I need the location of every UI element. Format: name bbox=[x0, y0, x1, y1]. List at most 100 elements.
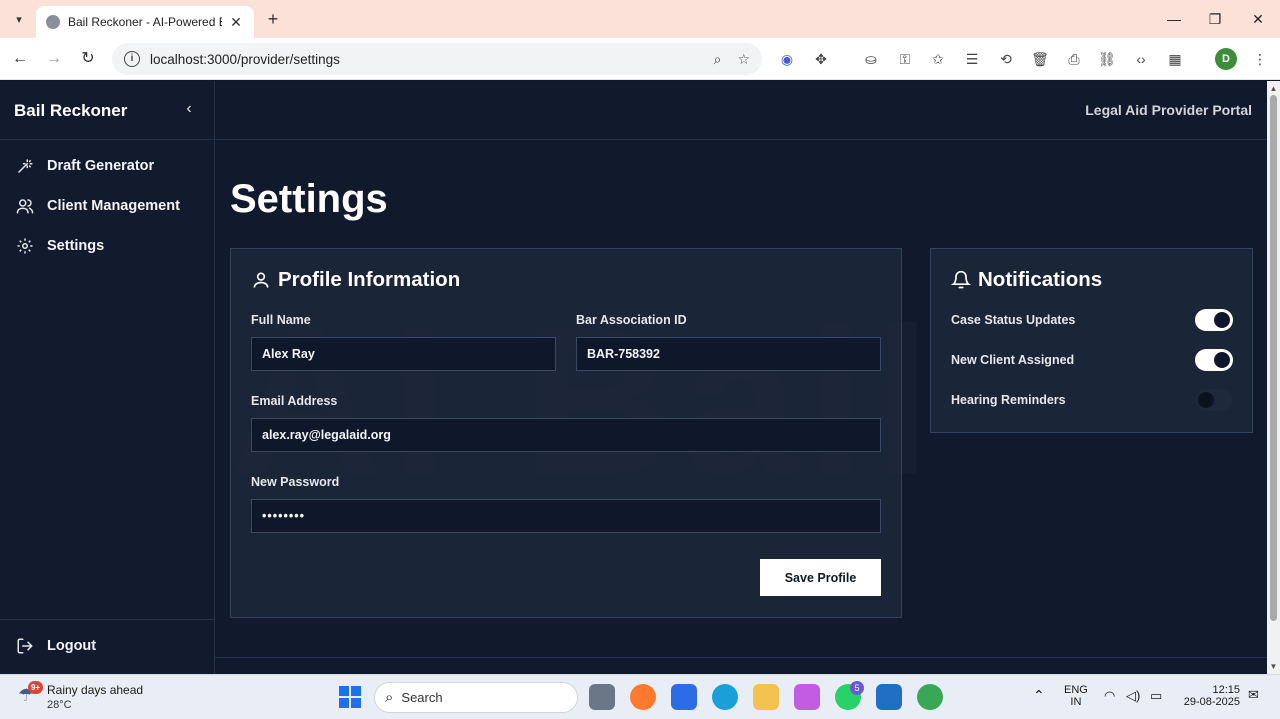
sidepanel-icon[interactable]: ▦ bbox=[1165, 49, 1185, 69]
vscode-icon[interactable] bbox=[876, 684, 902, 710]
store-icon[interactable] bbox=[671, 684, 697, 710]
portal-title: Legal Aid Provider Portal bbox=[1085, 102, 1252, 118]
logout-label: Logout bbox=[47, 638, 97, 654]
chrome-icon[interactable] bbox=[917, 684, 943, 710]
notifications-title-text: Notifications bbox=[978, 268, 1103, 291]
bell-icon bbox=[951, 270, 971, 290]
extensions-puzzle-icon[interactable]: ✥ bbox=[811, 49, 831, 69]
scroll-up-icon[interactable]: ▲ bbox=[1269, 84, 1278, 93]
new-tab-icon[interactable]: + bbox=[262, 8, 284, 30]
case-status-toggle[interactable] bbox=[1195, 309, 1233, 331]
language-indicator[interactable]: ENG IN bbox=[1064, 684, 1088, 708]
clock-date: 29-08-2025 bbox=[1183, 696, 1240, 708]
sidebar-item-label: Settings bbox=[47, 238, 105, 254]
incognito-icon[interactable]: ⛀ bbox=[861, 49, 881, 69]
battery-icon[interactable]: ▭ bbox=[1150, 688, 1162, 704]
history-icon[interactable]: ⟲ bbox=[996, 49, 1016, 69]
back-icon[interactable]: ← bbox=[9, 48, 31, 70]
sidebar-item-settings[interactable]: Settings bbox=[16, 231, 206, 261]
lang-code: ENG bbox=[1064, 684, 1088, 696]
weather-temp[interactable]: 28°C bbox=[47, 699, 72, 711]
full-name-label: Full Name bbox=[251, 313, 311, 327]
sidebar-divider bbox=[0, 139, 215, 140]
file-explorer-icon[interactable] bbox=[753, 684, 779, 710]
clock[interactable]: 12:15 29-08-2025 bbox=[1180, 684, 1240, 708]
full-name-input[interactable] bbox=[251, 337, 556, 371]
weather-title[interactable]: Rainy days ahead bbox=[47, 683, 143, 697]
profile-card: Profile Information Full Name Bar Associ… bbox=[230, 248, 902, 618]
email-field[interactable] bbox=[251, 418, 881, 452]
password-key-icon[interactable]: ⚿ bbox=[895, 49, 915, 69]
toggle-knob bbox=[1214, 352, 1230, 368]
sidebar-divider bbox=[0, 619, 215, 620]
restore-icon[interactable]: ❐ bbox=[1203, 8, 1227, 30]
new-client-toggle[interactable] bbox=[1195, 349, 1233, 371]
notification-label: New Client Assigned bbox=[951, 353, 1075, 367]
scroll-down-icon[interactable]: ▼ bbox=[1269, 662, 1278, 671]
profile-title-text: Profile Information bbox=[278, 268, 461, 291]
copilot-icon[interactable] bbox=[794, 684, 820, 710]
password-label: New Password bbox=[251, 475, 340, 489]
address-bar[interactable]: i localhost:3000/provider/settings ⌕ ☆ bbox=[112, 43, 762, 75]
menu-kebab-icon[interactable]: ⋮ bbox=[1250, 49, 1270, 69]
reading-list-icon[interactable]: ☰ bbox=[962, 49, 982, 69]
browser-toolbar: ← → ↻ i localhost:3000/provider/settings… bbox=[0, 38, 1280, 80]
logout-button[interactable]: Logout bbox=[16, 631, 206, 661]
bar-id-input[interactable] bbox=[576, 337, 881, 371]
wand-icon bbox=[16, 157, 34, 175]
forward-icon[interactable]: → bbox=[43, 48, 65, 70]
task-view-icon[interactable] bbox=[589, 684, 615, 710]
tab-search-icon[interactable]: ▾ bbox=[8, 8, 30, 30]
site-info-icon[interactable]: i bbox=[124, 51, 140, 67]
sidebar-item-client-management[interactable]: Client Management bbox=[16, 191, 206, 221]
page-scrollbar[interactable]: ▲ ▼ bbox=[1267, 81, 1280, 674]
weather-badge: 9+ bbox=[28, 681, 43, 694]
favicon-icon bbox=[46, 15, 60, 29]
reload-icon[interactable]: ↻ bbox=[77, 48, 99, 70]
favorites-icon[interactable]: ✩ bbox=[928, 49, 948, 69]
hearing-reminders-toggle[interactable] bbox=[1195, 389, 1233, 411]
code-icon[interactable]: ‹› bbox=[1131, 49, 1151, 69]
delete-icon[interactable]: 🗑 bbox=[1030, 49, 1050, 69]
link-icon[interactable]: ⛓ bbox=[1097, 49, 1117, 69]
save-profile-button[interactable]: Save Profile bbox=[760, 559, 881, 596]
scrollbar-thumb[interactable] bbox=[1270, 95, 1277, 621]
taskbar-search[interactable]: ⌕ Search bbox=[374, 682, 578, 713]
password-field[interactable] bbox=[251, 499, 881, 533]
zoom-icon[interactable]: ⌕ bbox=[714, 51, 722, 68]
tab-close-icon[interactable]: ✕ bbox=[228, 14, 244, 31]
sidebar: Bail Reckoner ‹ Draft Generator Client M… bbox=[0, 81, 215, 674]
notifications-card-title: Notifications bbox=[951, 268, 1102, 292]
notification-center-icon[interactable]: ✉ bbox=[1248, 687, 1259, 703]
edge-icon[interactable] bbox=[712, 684, 738, 710]
collapse-sidebar-icon[interactable]: ‹ bbox=[180, 100, 198, 118]
bookmark-star-icon[interactable]: ☆ bbox=[737, 51, 750, 68]
firefox-icon[interactable] bbox=[630, 684, 656, 710]
wifi-icon[interactable]: ◠ bbox=[1104, 688, 1115, 704]
email-label: Email Address bbox=[251, 394, 338, 408]
logout-icon bbox=[16, 637, 34, 655]
profile-avatar[interactable]: D bbox=[1215, 48, 1237, 70]
bar-id-label: Bar Association ID bbox=[576, 313, 687, 327]
search-label: Search bbox=[401, 690, 443, 705]
notification-row: Hearing Reminders bbox=[951, 388, 1233, 412]
sidebar-item-draft-generator[interactable]: Draft Generator bbox=[16, 151, 206, 181]
tray-overflow-icon[interactable]: ⌃ bbox=[1033, 687, 1045, 704]
whatsapp-badge: 5 bbox=[850, 681, 864, 695]
window-close-icon[interactable]: ✕ bbox=[1246, 8, 1270, 30]
search-icon: ⌕ bbox=[385, 689, 394, 706]
print-icon[interactable]: ⎙ bbox=[1064, 49, 1084, 69]
gear-icon bbox=[16, 237, 34, 255]
browser-tab[interactable]: Bail Reckoner - AI-Powered Bail ✕ bbox=[36, 6, 254, 38]
windows-start-icon[interactable] bbox=[339, 686, 361, 708]
notification-row: Case Status Updates bbox=[951, 308, 1233, 332]
toggle-knob bbox=[1198, 392, 1214, 408]
extension-assistant-icon[interactable]: ◉ bbox=[777, 49, 797, 69]
brand-title: Bail Reckoner bbox=[14, 101, 128, 120]
region-code: IN bbox=[1070, 696, 1082, 708]
minimize-icon[interactable]: — bbox=[1162, 8, 1186, 30]
volume-icon[interactable]: ◁) bbox=[1126, 688, 1140, 704]
url-text[interactable]: localhost:3000/provider/settings bbox=[150, 52, 698, 67]
top-header: Legal Aid Provider Portal bbox=[215, 81, 1267, 140]
profile-card-title: Profile Information bbox=[251, 268, 460, 292]
